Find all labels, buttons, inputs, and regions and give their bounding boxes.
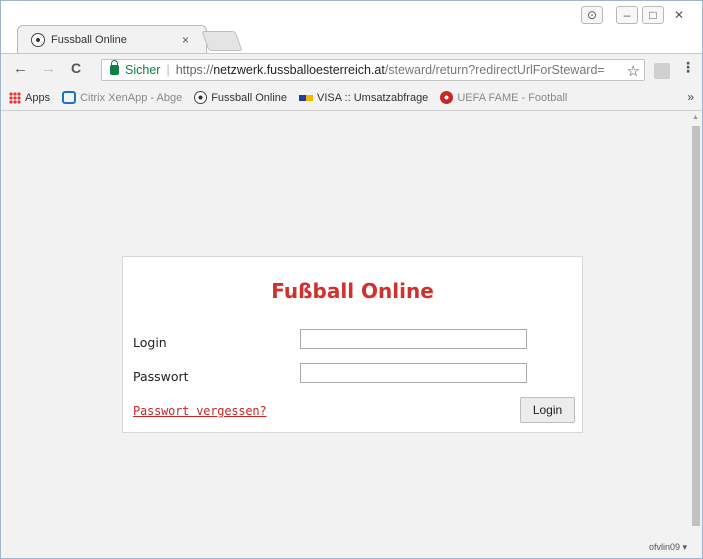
apps-grid-icon — [9, 91, 21, 104]
bookmark-label: Apps — [25, 91, 51, 104]
page-title: Fußball Online — [271, 279, 434, 303]
scroll-up-icon[interactable]: ▲ — [692, 114, 699, 121]
browser-window: Fussball Online × ⊙ – □ ✕ ← → C Sicher |… — [0, 0, 703, 559]
password-label: Passwort — [133, 369, 189, 384]
url-path: /steward/return?redirectUrlForSteward= — [384, 63, 605, 77]
close-window-button[interactable]: ✕ — [668, 5, 690, 25]
soccer-ball-icon — [31, 33, 45, 47]
extension-icon[interactable] — [654, 63, 670, 79]
user-icon: ⊙ — [581, 6, 603, 24]
browser-toolbar: ← → C Sicher | https:// netzwerk.fussbal… — [1, 53, 702, 85]
login-label: Login — [133, 335, 167, 350]
maximize-button[interactable]: □ — [642, 5, 664, 25]
address-separator: | — [166, 63, 170, 77]
visa-icon — [299, 94, 314, 101]
url-host: netzwerk.fussballoesterreich.at — [213, 63, 385, 77]
bookmark-star-icon[interactable]: ☆ — [624, 62, 640, 80]
bookmarks-bar: Apps Citrix XenApp - Abge Fussball Onlin… — [1, 85, 702, 111]
bookmark-uefa[interactable]: UEFA FAME - Football — [440, 91, 567, 104]
tab-fussball-online[interactable]: Fussball Online × — [21, 27, 201, 53]
profile-button[interactable]: ⊙ — [581, 5, 603, 25]
minimize-icon: – — [616, 6, 638, 24]
forward-button[interactable]: → — [41, 60, 56, 77]
citrix-icon — [62, 91, 77, 104]
uefa-icon — [440, 91, 454, 104]
bookmark-label: Citrix XenApp - Abge — [80, 91, 183, 104]
url-protocol: https:// — [175, 63, 214, 77]
password-input[interactable] — [300, 363, 527, 383]
back-button[interactable]: ← — [13, 60, 28, 77]
status-text: ofvlin09 ▾ — [649, 542, 688, 552]
address-bar[interactable]: Sicher | https:// netzwerk.fussballoeste… — [101, 59, 645, 81]
login-panel: Fußball Online Login Passwort Passwort v… — [122, 256, 583, 433]
vertical-scrollbar[interactable]: ▲ — [690, 112, 702, 558]
bookmark-label: UEFA FAME - Football — [457, 91, 568, 104]
bookmark-citrix[interactable]: Citrix XenApp - Abge — [62, 91, 182, 104]
reload-button[interactable]: C — [71, 60, 81, 76]
soccer-ball-icon — [194, 91, 208, 104]
tab-strip: Fussball Online × ⊙ – □ ✕ — [1, 1, 702, 55]
bookmark-label: Fussball Online — [211, 91, 288, 104]
login-input[interactable] — [300, 329, 527, 349]
bookmark-visa[interactable]: VISA :: Umsatzabfrage — [299, 92, 428, 104]
more-bookmarks-button[interactable]: » — [687, 90, 694, 104]
bookmark-fussball[interactable]: Fussball Online — [194, 91, 287, 104]
login-button[interactable]: Login — [520, 397, 575, 423]
menu-icon[interactable]: ⋮ — [681, 59, 695, 76]
close-icon: ✕ — [673, 8, 685, 22]
tab-title: Fussball Online — [51, 34, 127, 46]
page-content: Fußball Online Login Passwort Passwort v… — [1, 112, 690, 558]
new-tab-button[interactable] — [201, 31, 243, 51]
close-tab-icon[interactable]: × — [182, 33, 189, 47]
secure-label: Sicher — [125, 63, 161, 77]
forgot-password-link[interactable]: Passwort vergessen? — [133, 404, 267, 418]
lock-icon — [110, 60, 119, 75]
minimize-button[interactable]: – — [616, 5, 638, 25]
bookmark-apps[interactable]: Apps — [1, 91, 51, 104]
bookmark-label: VISA :: Umsatzabfrage — [317, 91, 429, 104]
scroll-thumb[interactable] — [692, 126, 700, 526]
maximize-icon: □ — [642, 6, 664, 24]
